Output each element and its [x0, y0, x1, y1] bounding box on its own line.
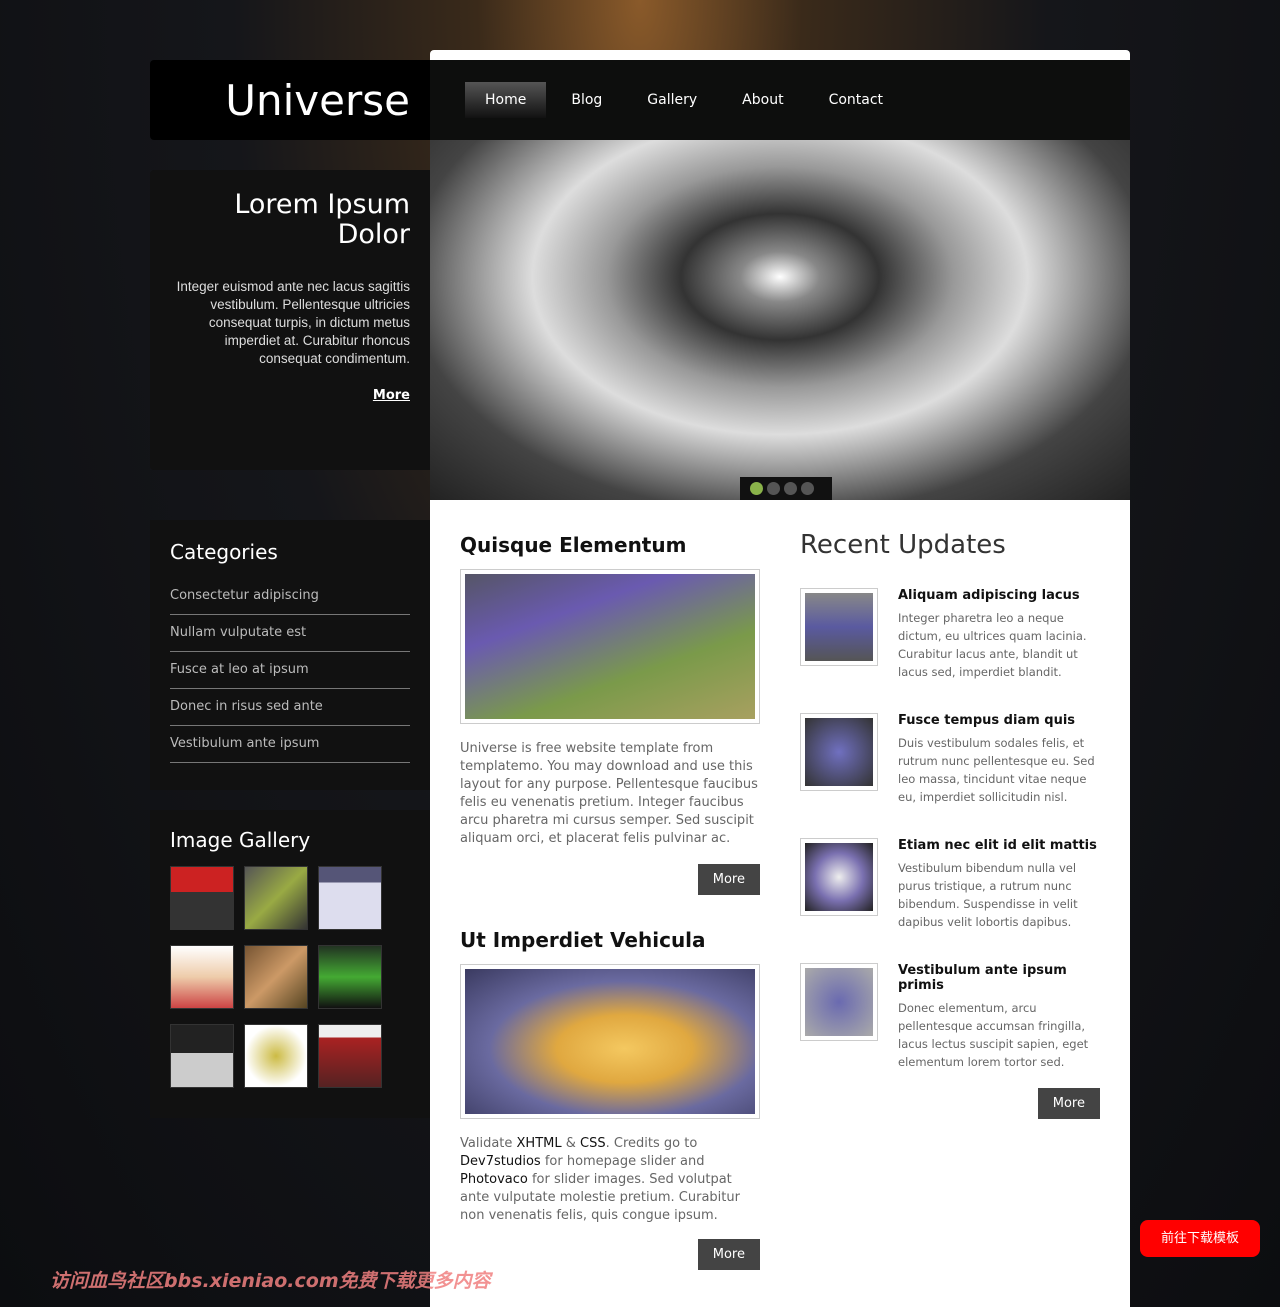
- gallery-thumb[interactable]: [170, 866, 234, 930]
- dev7studios-link[interactable]: Dev7studios: [460, 1154, 541, 1169]
- gallery-title: Image Gallery: [170, 828, 311, 852]
- post-ut-imperdiet: Ut Imperdiet Vehicula Validate XHTML & C…: [460, 928, 760, 1270]
- update-text: Donec elementum, arcu pellentesque accum…: [898, 1001, 1089, 1069]
- photovaco-link[interactable]: Photovaco: [460, 1172, 528, 1187]
- nav-home[interactable]: Home: [465, 82, 547, 118]
- gallery-thumb[interactable]: [244, 866, 308, 930]
- update-title[interactable]: Etiam nec elit id elit mattis: [898, 838, 1100, 853]
- gallery-thumb[interactable]: [170, 945, 234, 1009]
- intro-text: Integer euismod ante nec lacus sagittis …: [176, 279, 410, 366]
- slider-image: [430, 140, 1130, 500]
- update-text: Vestibulum bibendum nulla vel purus tris…: [898, 861, 1078, 929]
- slider-dot-4[interactable]: [801, 482, 814, 495]
- update-thumb[interactable]: [800, 838, 878, 916]
- category-link[interactable]: Nullam vulputate est: [170, 615, 410, 652]
- gallery-thumb[interactable]: [170, 1024, 234, 1088]
- intro-title: Lorem Ipsum Dolor: [234, 189, 410, 250]
- slider-dot-1[interactable]: [750, 482, 763, 495]
- text: Validate: [460, 1136, 517, 1151]
- text: for homepage slider and: [540, 1154, 705, 1169]
- post-text: Validate XHTML & CSS. Credits go to Dev7…: [460, 1135, 760, 1225]
- post-image: [460, 964, 760, 1119]
- text: &: [561, 1136, 581, 1151]
- category-link[interactable]: Consectetur adipiscing: [170, 578, 410, 615]
- gallery-thumb[interactable]: [318, 866, 382, 930]
- nav-gallery[interactable]: Gallery: [627, 82, 717, 118]
- category-link[interactable]: Fusce at leo at ipsum: [170, 652, 410, 689]
- category-link[interactable]: Vestibulum ante ipsum: [170, 726, 410, 763]
- update-item: Aliquam adipiscing lacus Integer pharetra…: [800, 588, 1100, 681]
- nav-contact[interactable]: Contact: [809, 82, 903, 118]
- post-text: Universe is free website template from t…: [460, 741, 758, 846]
- post-more-button[interactable]: More: [697, 1239, 760, 1270]
- intro-panel: Lorem Ipsum Dolor Integer euismod ante n…: [150, 170, 430, 470]
- image-gallery-panel: Image Gallery: [150, 810, 430, 1118]
- category-link[interactable]: Donec in risus sed ante: [170, 689, 410, 726]
- update-title[interactable]: Vestibulum ante ipsum primis: [898, 963, 1100, 993]
- update-item: Vestibulum ante ipsum primis Donec elemen…: [800, 963, 1100, 1069]
- post-title: Ut Imperdiet Vehicula: [460, 928, 706, 952]
- update-thumb[interactable]: [800, 588, 878, 666]
- update-text: Integer pharetra leo a neque dictum, eu …: [898, 611, 1087, 679]
- nav-top-border: [430, 50, 1130, 60]
- main-nav: Home Blog Gallery About Contact: [430, 60, 1130, 140]
- slider-dot-2[interactable]: [767, 482, 780, 495]
- update-item: Etiam nec elit id elit mattis Vestibulum …: [800, 838, 1100, 931]
- post-image: [460, 569, 760, 724]
- gallery-thumb[interactable]: [318, 945, 382, 1009]
- post-more-button[interactable]: More: [697, 864, 760, 895]
- post-quisque: Quisque Elementum Universe is free websi…: [460, 533, 760, 895]
- categories-title: Categories: [170, 540, 278, 564]
- update-thumb[interactable]: [800, 713, 878, 791]
- main-content: Quisque Elementum Universe is free websi…: [430, 500, 1130, 1307]
- nav-about[interactable]: About: [722, 82, 803, 118]
- slider-pagination: [740, 477, 832, 500]
- post-title: Quisque Elementum: [460, 533, 687, 557]
- recent-updates: Recent Updates Aliquam adipiscing lacus I…: [800, 530, 1100, 1119]
- watermark: 访问血鸟社区bbs.xieniao.com免费下载更多内容: [50, 1270, 491, 1292]
- update-title[interactable]: Aliquam adipiscing lacus: [898, 588, 1100, 603]
- update-item: Fusce tempus diam quis Duis vestibulum so…: [800, 713, 1100, 806]
- update-title[interactable]: Fusce tempus diam quis: [898, 713, 1100, 728]
- categories-panel: Categories Consectetur adipiscing Nullam…: [150, 520, 430, 790]
- gallery-thumb[interactable]: [318, 1024, 382, 1088]
- xhtml-link[interactable]: XHTML: [517, 1136, 562, 1151]
- recent-updates-title: Recent Updates: [800, 530, 1006, 560]
- site-logo[interactable]: Universe: [150, 60, 430, 140]
- intro-more-link[interactable]: More: [373, 388, 410, 403]
- nav-blog[interactable]: Blog: [551, 82, 622, 118]
- slider-dot-3[interactable]: [784, 482, 797, 495]
- updates-more-button[interactable]: More: [1037, 1088, 1100, 1119]
- gallery-thumb[interactable]: [244, 1024, 308, 1088]
- download-template-button[interactable]: 前往下载模板: [1140, 1220, 1260, 1257]
- gallery-thumb[interactable]: [244, 945, 308, 1009]
- update-text: Duis vestibulum sodales felis, et rutrum…: [898, 736, 1095, 804]
- gallery-grid: [170, 866, 410, 1088]
- text: . Credits go to: [605, 1136, 698, 1151]
- update-thumb[interactable]: [800, 963, 878, 1041]
- css-link[interactable]: CSS: [580, 1136, 606, 1151]
